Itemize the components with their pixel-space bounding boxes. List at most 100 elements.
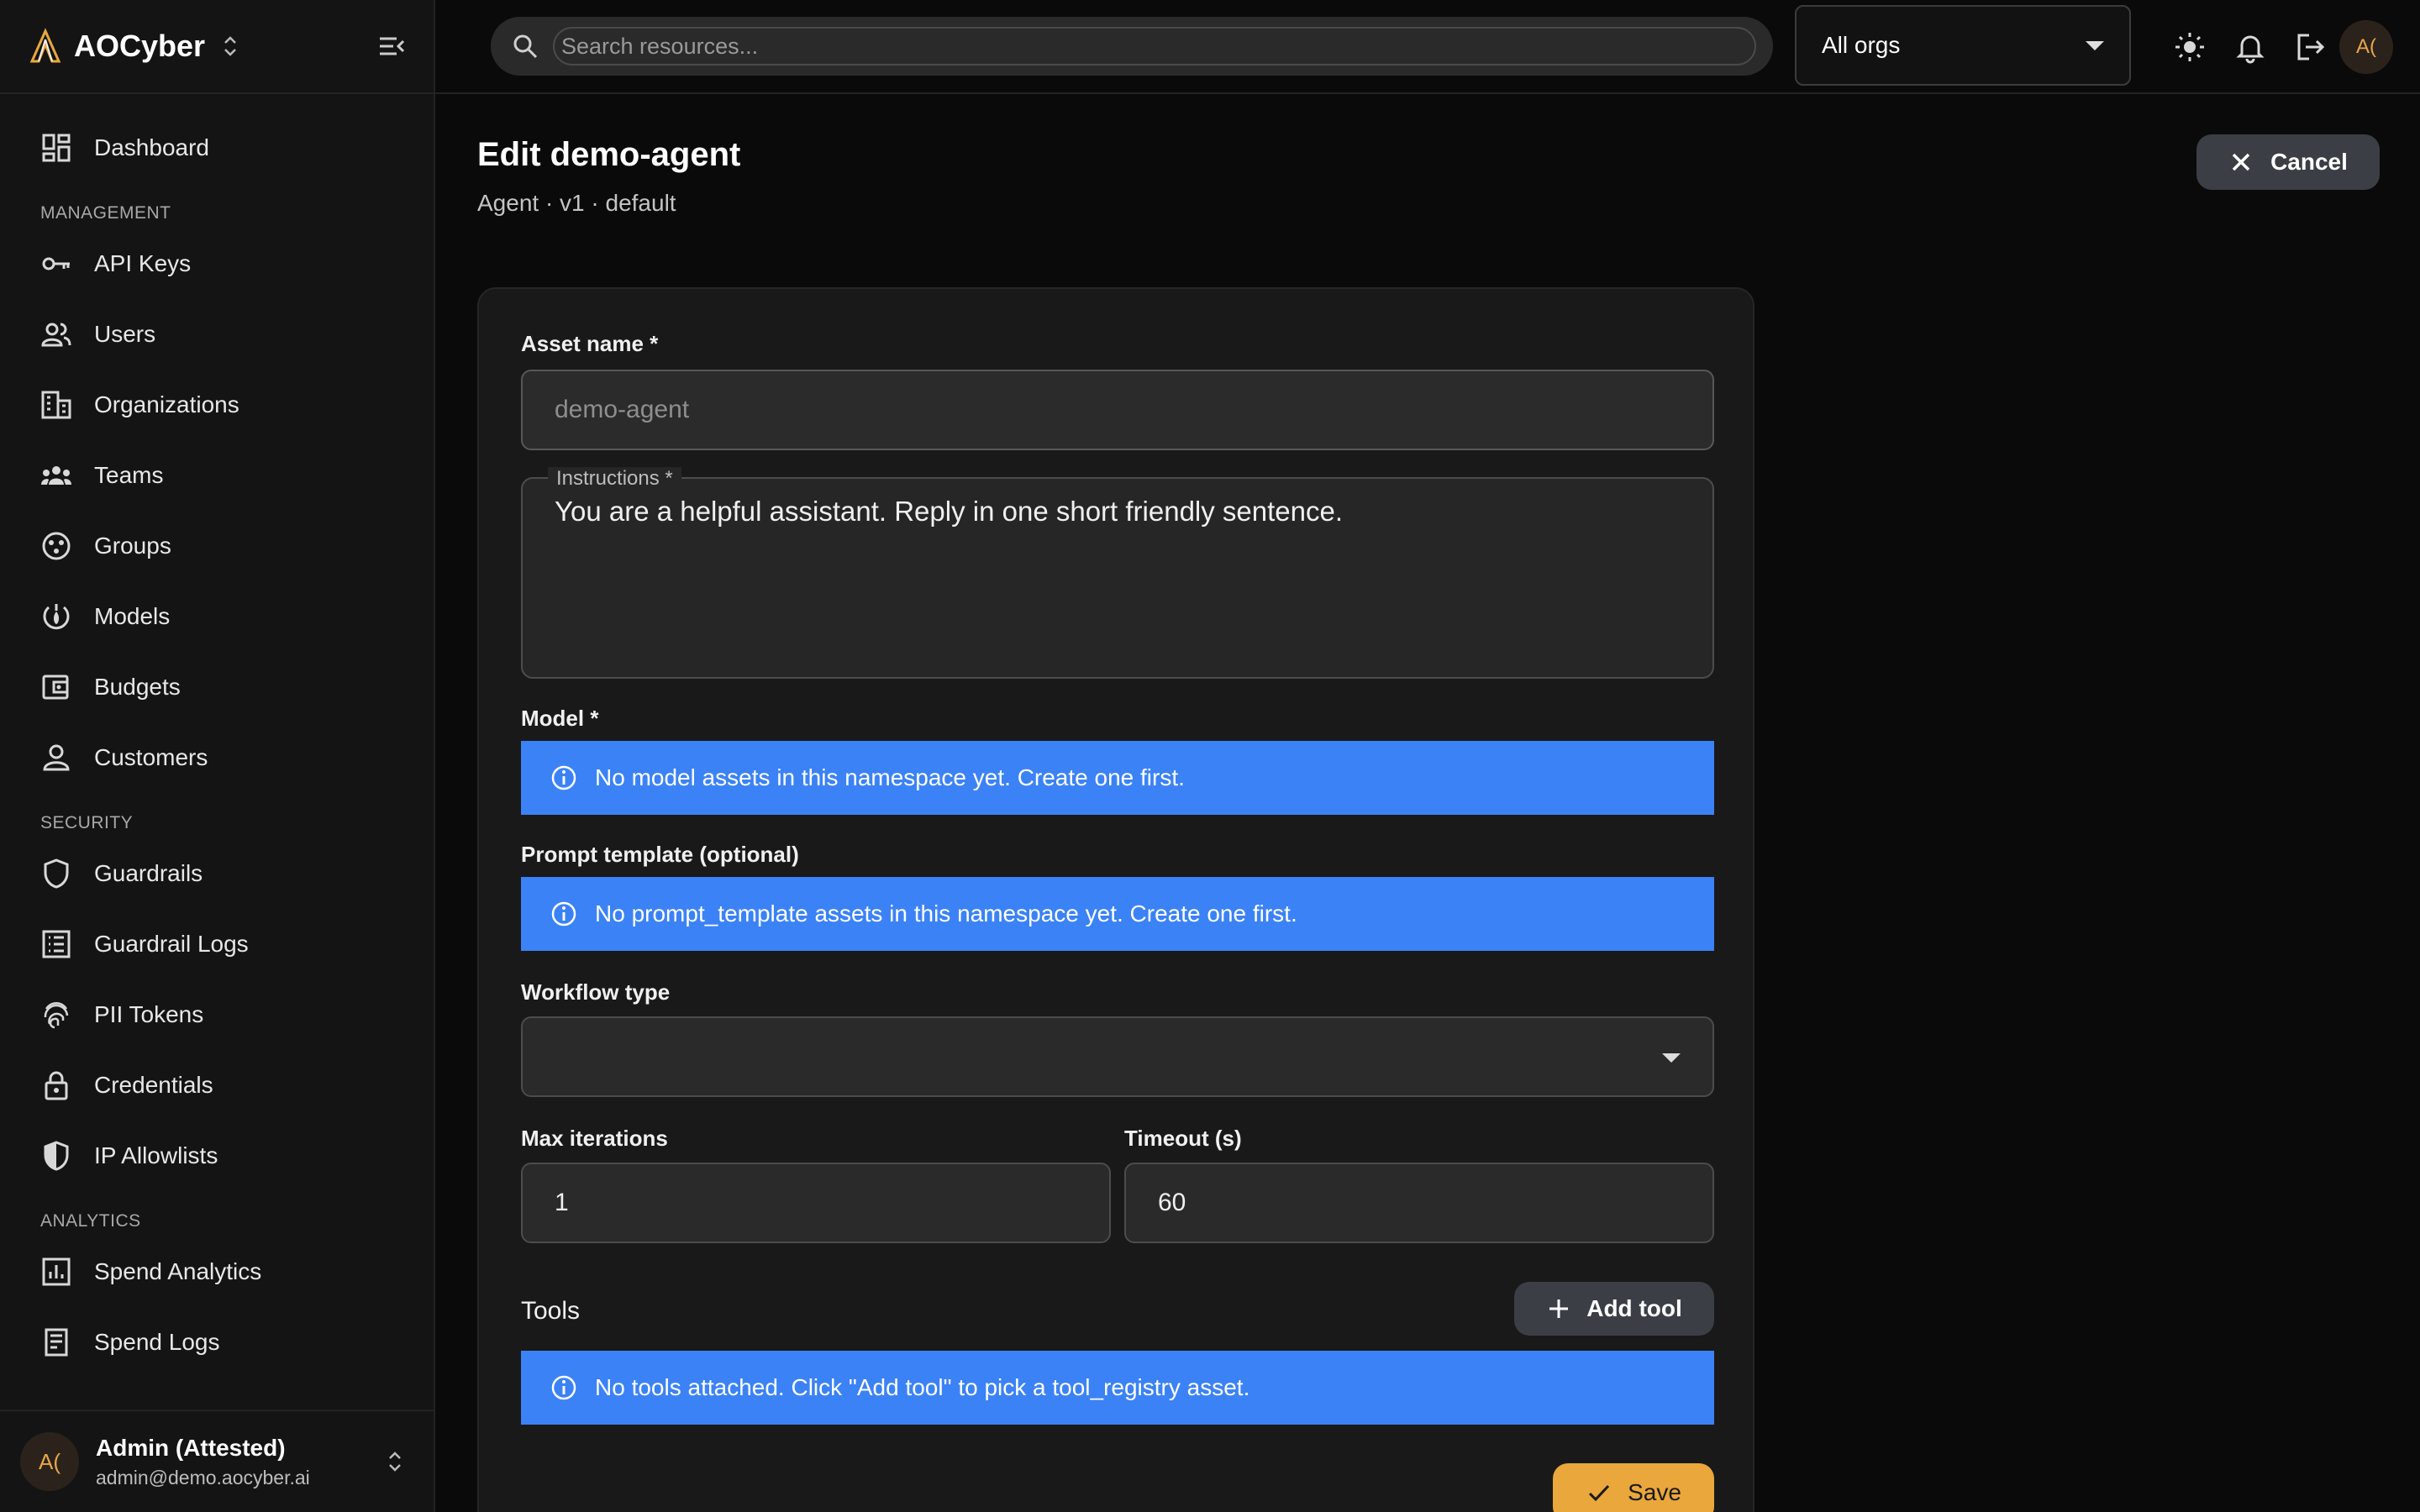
groups-icon — [42, 532, 71, 560]
sidebar-item-users[interactable]: Users — [0, 299, 434, 370]
add-tool-button[interactable]: Add tool — [1514, 1282, 1714, 1336]
sidebar-item-models[interactable]: Models — [0, 581, 434, 652]
sidebar-item-label: Dashboard — [94, 134, 209, 160]
page-title: Edit demo-agent — [477, 136, 741, 173]
sidebar-item-groups[interactable]: Groups — [0, 511, 434, 581]
sidebar-item-spend-logs[interactable]: Spend Logs — [0, 1307, 434, 1378]
page-subtitle: Agent · v1 · default — [477, 190, 676, 216]
building-icon — [41, 391, 71, 419]
fingerprint-icon — [44, 1001, 69, 1029]
org-select[interactable]: All orgs — [1795, 5, 2131, 86]
model-alert-text: No model assets in this namespace yet. C… — [595, 764, 1185, 790]
sidebar-item-label: Teams — [94, 462, 164, 488]
sidebar-item-credentials[interactable]: Credentials — [0, 1050, 434, 1121]
info-icon — [551, 901, 576, 927]
workflow-type-label: Workflow type — [521, 979, 671, 1005]
caret-down-icon — [2086, 40, 2104, 50]
asset-name-field[interactable]: demo-agent — [521, 370, 1714, 450]
topbar: All orgs A( — [435, 0, 2420, 94]
timeout-label: Timeout (s) — [1124, 1126, 1242, 1151]
instructions-value: You are a helpful assistant. Reply in on… — [555, 496, 1344, 527]
org-select-value: All orgs — [1822, 32, 1901, 58]
shield-icon — [44, 858, 69, 889]
sidebar-item-guardrails[interactable]: Guardrails — [0, 838, 434, 909]
close-icon — [2232, 153, 2250, 171]
section-analytics-title: ANALYTICS — [40, 1211, 141, 1231]
section-management-title: MANAGEMENT — [40, 203, 171, 223]
lock-icon — [45, 1071, 68, 1100]
sidebar-item-customers[interactable]: Customers — [0, 722, 434, 793]
tools-alert-text: No tools attached. Click "Add tool" to p… — [595, 1374, 1250, 1400]
search-icon — [513, 34, 538, 59]
search-bar[interactable] — [491, 17, 1773, 76]
sidebar: AOCyber Dashboard MANAGEMENT API Keys Us… — [0, 0, 435, 1512]
person-icon — [43, 744, 70, 771]
sidebar-item-label: Customers — [94, 744, 208, 770]
wallet-icon — [42, 675, 69, 700]
timeout-field[interactable]: 60 — [1124, 1163, 1714, 1243]
team-icon — [41, 466, 71, 485]
user-name: Admin (Attested) — [96, 1434, 286, 1461]
instructions-label: Instructions * — [548, 467, 681, 491]
workflow-type-select[interactable] — [521, 1016, 1714, 1097]
model-icon — [43, 604, 70, 630]
model-info-alert: No model assets in this namespace yet. C… — [521, 741, 1714, 815]
prompt-template-info-alert: No prompt_template assets in this namesp… — [521, 877, 1714, 951]
sidebar-item-guardrail-logs[interactable]: Guardrail Logs — [0, 909, 434, 979]
shield-half-icon — [44, 1141, 69, 1171]
users-icon — [41, 323, 71, 347]
save-button[interactable]: Save — [1553, 1463, 1714, 1512]
sidebar-item-label: Spend Logs — [94, 1329, 220, 1355]
bar-chart-icon — [42, 1257, 71, 1286]
info-icon — [551, 765, 576, 790]
sidebar-item-label: PII Tokens — [94, 1001, 204, 1027]
max-iterations-field[interactable]: 1 — [521, 1163, 1111, 1243]
sidebar-item-ip-allowlists[interactable]: IP Allowlists — [0, 1121, 434, 1191]
logout-icon[interactable] — [2294, 30, 2328, 64]
sidebar-item-budgets[interactable]: Budgets — [0, 652, 434, 722]
sidebar-item-label: IP Allowlists — [94, 1142, 218, 1168]
sidebar-item-spend-analytics[interactable]: Spend Analytics — [0, 1236, 434, 1307]
sidebar-item-label: API Keys — [94, 250, 192, 276]
plus-icon — [1549, 1299, 1569, 1318]
prompt-template-label: Prompt template (optional) — [521, 842, 799, 867]
cancel-button[interactable]: Cancel — [2196, 134, 2380, 190]
sidebar-item-label: Guardrail Logs — [94, 931, 249, 957]
brand-name: AOCyber — [74, 29, 206, 63]
sidebar-item-api-keys[interactable]: API Keys — [0, 228, 434, 299]
sidebar-user-menu[interactable]: A( Admin (Attested) admin@demo.aocyber.a… — [0, 1410, 434, 1512]
sidebar-item-organizations[interactable]: Organizations — [0, 370, 434, 440]
sidebar-item-pii-tokens[interactable]: PII Tokens — [0, 979, 434, 1050]
instructions-field[interactable]: Instructions * You are a helpful assista… — [521, 467, 1714, 679]
sidebar-item-label: Users — [94, 321, 156, 347]
add-tool-label: Add tool — [1586, 1295, 1682, 1321]
sidebar-item-dashboard[interactable]: Dashboard — [0, 113, 434, 183]
max-iterations-label: Max iterations — [521, 1126, 668, 1151]
collapse-sidebar-icon[interactable] — [376, 31, 407, 61]
sidebar-item-label: Budgets — [94, 674, 181, 700]
cancel-label: Cancel — [2270, 149, 2348, 175]
sidebar-item-label: Groups — [94, 533, 171, 559]
model-label: Model * — [521, 706, 599, 731]
user-info: Admin (Attested) admin@demo.aocyber.ai — [96, 1435, 310, 1489]
sidebar-item-label: Spend Analytics — [94, 1258, 262, 1284]
prompt-template-alert-text: No prompt_template assets in this namesp… — [595, 900, 1297, 927]
chevron-up-down-icon[interactable] — [222, 34, 239, 59]
section-security-title: SECURITY — [40, 813, 134, 832]
search-input[interactable] — [553, 27, 1756, 66]
theme-toggle-icon[interactable] — [2173, 30, 2207, 64]
avatar[interactable]: A( — [2339, 20, 2393, 74]
sidebar-nav: Dashboard MANAGEMENT API Keys Users Orga… — [0, 94, 434, 1378]
chevron-up-down-icon[interactable] — [387, 1449, 403, 1474]
sidebar-item-label: Guardrails — [94, 860, 203, 886]
user-email: admin@demo.aocyber.ai — [96, 1466, 310, 1488]
brand-logo-icon — [29, 28, 61, 63]
save-label: Save — [1628, 1479, 1681, 1505]
check-icon — [1589, 1484, 1610, 1502]
list-icon — [42, 930, 71, 958]
sidebar-item-label: Organizations — [94, 391, 239, 417]
caret-down-icon — [1662, 1053, 1681, 1063]
tools-info-alert: No tools attached. Click "Add tool" to p… — [521, 1351, 1714, 1425]
sidebar-item-teams[interactable]: Teams — [0, 440, 434, 511]
bell-icon[interactable] — [2233, 30, 2267, 64]
